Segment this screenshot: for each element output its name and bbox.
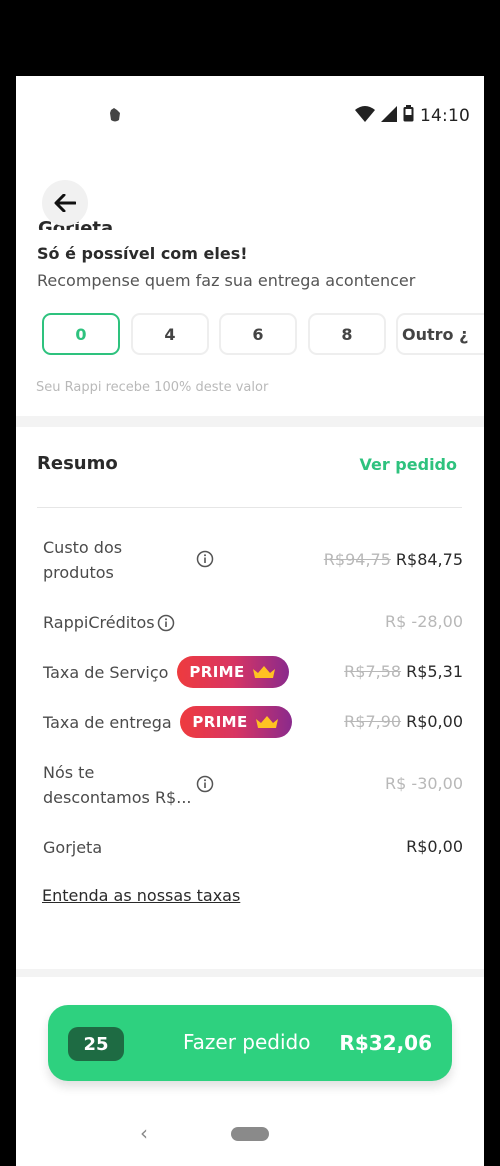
tip-note: Seu Rappi recebe 100% deste valor xyxy=(36,380,269,395)
delivery-fee-value: R$7,90 R$0,00 xyxy=(344,712,463,731)
discount-label: Nós te descontamos R$... xyxy=(43,763,192,807)
section-separator xyxy=(16,416,484,427)
tip-value: R$0,00 xyxy=(406,837,463,856)
back-button[interactable] xyxy=(42,180,88,226)
info-icon[interactable] xyxy=(157,614,175,632)
tip-option-0[interactable]: 0 xyxy=(42,313,120,355)
tip-option-8[interactable]: 8 xyxy=(308,313,386,355)
delivery-fee-label: Taxa de entrega xyxy=(43,713,172,732)
tip-option-6[interactable]: 6 xyxy=(219,313,297,355)
products-cost-value: R$94,75 R$84,75 xyxy=(323,550,463,569)
status-time: 14:10 xyxy=(420,105,470,126)
status-bar: 14:10 xyxy=(16,76,484,160)
discount-value: R$ -30,00 xyxy=(385,774,463,793)
divider xyxy=(37,507,462,508)
arrow-left-icon xyxy=(54,194,76,212)
crown-icon xyxy=(255,716,278,728)
nav-home-pill[interactable] xyxy=(231,1127,269,1141)
place-order-button[interactable]: 25 Fazer pedido R$32,06 xyxy=(48,1005,452,1081)
rappi-credits-value: R$ -28,00 xyxy=(385,612,463,631)
fees-info-link[interactable]: Entenda as nossas taxas xyxy=(42,886,240,905)
tip-heading: Só é possível com eles! xyxy=(37,244,248,263)
battery-icon xyxy=(403,105,414,126)
tip-option-other[interactable]: Outro ¿ xyxy=(396,313,484,355)
info-icon[interactable] xyxy=(196,775,214,793)
rappi-credits-label: RappiCréditos xyxy=(43,610,175,635)
products-cost-label: Custo dos produtos xyxy=(43,538,123,582)
nav-back-icon[interactable]: ‹ xyxy=(140,1121,148,1145)
summary-title: Resumo xyxy=(37,453,118,474)
screen: 14:10 Gorjeta Só é possível com eles! Re… xyxy=(16,76,484,1166)
wifi-icon xyxy=(355,105,375,126)
tip-option-4[interactable]: 4 xyxy=(131,313,209,355)
tip-label: Gorjeta xyxy=(43,838,103,857)
view-order-link[interactable]: Ver pedido xyxy=(359,455,457,474)
tip-subtitle: Recompense quem faz sua entrega acontenc… xyxy=(37,271,416,290)
footer-separator xyxy=(16,969,484,977)
service-fee-label: Taxa de Serviço xyxy=(43,663,169,682)
notification-icon xyxy=(108,107,122,127)
info-icon[interactable] xyxy=(196,550,214,568)
prime-badge: PRIME xyxy=(177,656,289,688)
tip-options: 0 4 6 8 Outro ¿ xyxy=(42,313,484,355)
signal-icon xyxy=(381,105,397,126)
service-fee-value: R$7,58 R$5,31 xyxy=(344,662,463,681)
crown-icon xyxy=(252,666,275,678)
order-total: R$32,06 xyxy=(339,1031,432,1055)
place-order-label: Fazer pedido xyxy=(183,1030,311,1054)
prime-badge: PRIME xyxy=(180,706,292,738)
item-count-badge: 25 xyxy=(68,1027,124,1061)
